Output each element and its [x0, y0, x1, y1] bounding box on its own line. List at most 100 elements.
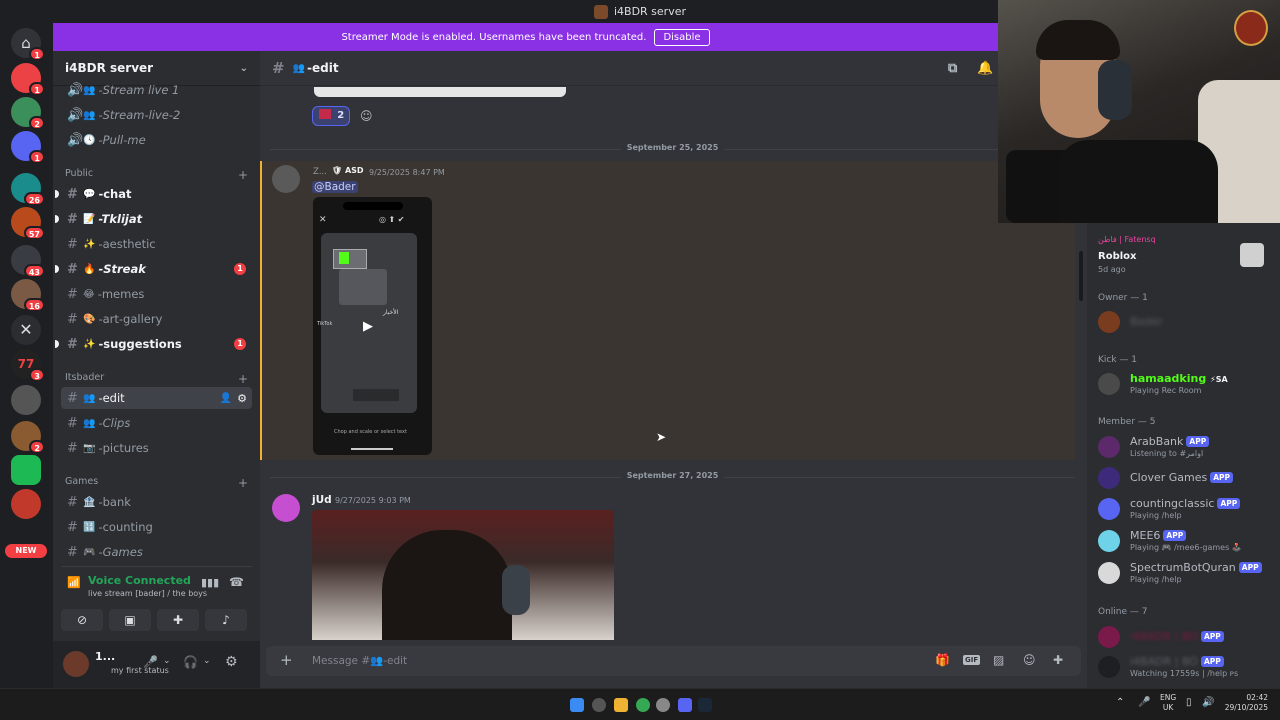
username[interactable]: 1... — [95, 650, 115, 663]
member-item[interactable]: hamaadking ⚡SA Playing Rec Room — [1098, 370, 1273, 398]
add-channel-icon[interactable]: + — [238, 476, 248, 490]
bell-icon[interactable]: 🔔 — [977, 61, 993, 76]
emoji-icon[interactable]: ☺ — [1023, 653, 1036, 667]
member-item[interactable]: ArabBank APP Listening to #اوامر — [1098, 433, 1273, 461]
steam-icon[interactable] — [698, 698, 712, 712]
custom-status[interactable]: my first status — [111, 666, 169, 675]
image-attachment[interactable]: ✕ ◎ ⬆ ✔ الأخبار TikTok ▶ Chop and scale … — [313, 197, 432, 455]
chrome-icon[interactable] — [636, 698, 650, 712]
activity-card[interactable]: فاطن | Fatensq Roblox 5d ago — [1098, 235, 1268, 279]
server-icon-9[interactable]: 77 3 — [11, 349, 45, 382]
channel-games[interactable]: # 🎮 -Games — [61, 541, 252, 563]
category-label: Public — [65, 168, 94, 179]
member-item[interactable]: MEE6 APP Playing 🎮 /mee6-games 🕹️ — [1098, 527, 1273, 555]
voice-status[interactable]: Voice Connected — [88, 574, 191, 587]
channel-aesthetic[interactable]: # ✨ -aesthetic — [61, 233, 252, 255]
channel-art-gallery[interactable]: # 🎨 -art-gallery — [61, 308, 252, 330]
network-icon[interactable]: ▯ — [1186, 697, 1192, 708]
channel-clips[interactable]: # 👥 -Clips — [61, 412, 252, 434]
server-icon-6[interactable]: 43 — [11, 245, 45, 278]
direct-messages-button[interactable]: ⌂ 1 — [11, 28, 45, 61]
member-item[interactable]: Clover Games APP — [1098, 464, 1273, 492]
chevron-down-icon[interactable]: ⌄ — [163, 656, 171, 666]
server-icon-7[interactable]: 16 — [11, 279, 45, 312]
disconnect-icon[interactable]: ☎ — [229, 575, 244, 589]
channel-counting[interactable]: # 🔢 -counting — [61, 516, 252, 538]
member-item[interactable]: Bader — [1098, 308, 1273, 336]
headphones-icon[interactable]: 🎧 — [183, 655, 198, 669]
microphone-tray-icon[interactable]: 🎤 — [1138, 697, 1150, 708]
channel-memes[interactable]: # 😂 -memes — [61, 283, 252, 305]
screen-share-button[interactable]: ▣ — [109, 609, 151, 631]
file-explorer-icon[interactable] — [614, 698, 628, 712]
waveform-icon[interactable]: ▮▮▮ — [201, 576, 219, 589]
avatar[interactable] — [272, 165, 300, 193]
start-icon[interactable] — [570, 698, 584, 712]
member-item[interactable]: i4BADR | BO APP — [1098, 623, 1273, 651]
message-author[interactable]: jUd — [312, 494, 332, 506]
category-games[interactable]: Games + — [65, 476, 248, 490]
avatar[interactable] — [272, 494, 300, 522]
member-item[interactable]: countingclassic APP Playing /help — [1098, 495, 1273, 523]
scrollbar[interactable] — [1079, 251, 1083, 301]
server-icon-10[interactable] — [11, 385, 41, 415]
gif-icon[interactable]: GIF — [963, 655, 981, 665]
chevron-down-icon[interactable]: ⌄ — [203, 656, 211, 666]
server-icon-5[interactable]: 57 — [11, 207, 45, 240]
soundboard-button[interactable]: ♪ — [205, 609, 247, 631]
category-public[interactable]: Public + — [65, 168, 248, 182]
video-attachment[interactable] — [312, 510, 614, 640]
camera-off-button[interactable]: ⊘ — [61, 609, 103, 631]
reaction-button[interactable]: 2 — [312, 106, 350, 126]
apps-icon[interactable]: ✚ — [1053, 653, 1063, 667]
tray-chevron-icon[interactable]: ⌃ — [1116, 697, 1124, 708]
disable-streamer-mode-button[interactable]: Disable — [654, 28, 710, 46]
add-channel-icon[interactable]: + — [238, 168, 248, 182]
server-icon-8[interactable]: ✕ — [11, 315, 41, 345]
avatar[interactable] — [63, 651, 89, 677]
category-itsbader[interactable]: Itsbader + — [65, 372, 248, 386]
add-channel-icon[interactable]: + — [238, 372, 248, 386]
search-icon[interactable] — [592, 698, 606, 712]
gear-icon[interactable]: ⚙ — [237, 392, 247, 405]
message-author[interactable]: Z... — [313, 167, 327, 177]
channel-tklijat[interactable]: # 📝 -Tklijat — [55, 208, 252, 230]
channel-bank[interactable]: # 🏦 -bank — [61, 491, 252, 513]
language-indicator[interactable]: ENG UK — [1160, 693, 1176, 713]
invite-icon[interactable]: 👤 — [220, 393, 232, 404]
threads-icon[interactable]: ⧉ — [948, 61, 957, 76]
server-icon-1[interactable]: 1 — [11, 63, 45, 96]
voice-channel-stream-live-1[interactable]: 🔊 👥 -Stream live 1 — [61, 79, 252, 101]
voice-channel-pull-me[interactable]: 🔊 🕓 -Pull-me — [61, 129, 252, 151]
server-icon-13[interactable] — [11, 489, 41, 519]
gift-icon[interactable]: 🎁 — [935, 653, 950, 667]
member-item[interactable]: i4BADR | BO APP Watching 17559s | /help ᴘ… — [1098, 653, 1273, 681]
voice-channel-label[interactable]: live stream [bader] / the boys — [88, 589, 207, 598]
new-servers-pill[interactable]: NEW — [5, 544, 47, 558]
activities-button[interactable]: ✚ — [157, 609, 199, 631]
server-icon-4[interactable]: 26 — [11, 173, 45, 206]
clock[interactable]: 02:42 29/10/2025 — [1222, 693, 1268, 713]
server-icon-3[interactable]: 1 — [11, 131, 45, 164]
channel-edit[interactable]: # 👥 -edit 👤 ⚙ — [61, 387, 252, 409]
channel-pictures[interactable]: # 📷 -pictures — [61, 437, 252, 459]
message-input[interactable]: Message #👥-edit — [312, 654, 407, 667]
server-icon-2[interactable]: 2 — [11, 97, 45, 130]
server-icon-11[interactable]: 2 — [11, 421, 45, 454]
gear-icon[interactable]: ⚙ — [225, 654, 238, 670]
sticker-icon[interactable]: ▨ — [993, 653, 1004, 667]
server-icon-12[interactable] — [11, 455, 41, 485]
microphone-icon[interactable]: 🎤 — [143, 655, 158, 669]
channel-suggestions[interactable]: # ✨ -suggestions 1 — [55, 333, 252, 355]
channel-chat[interactable]: # 💬 -chat — [55, 183, 252, 205]
settings-icon[interactable] — [656, 698, 670, 712]
channel-streak[interactable]: # 🔥 -Streak 1 — [55, 258, 252, 280]
volume-icon[interactable]: 🔊 — [1202, 697, 1214, 708]
add-reaction-icon[interactable]: ☺ — [360, 109, 373, 123]
voice-channel-stream-live-2[interactable]: 🔊 👥 -Stream-live-2 — [61, 104, 252, 126]
role-section-owner: Owner — 1 — [1098, 293, 1148, 303]
discord-taskbar-icon[interactable] — [678, 698, 692, 712]
upload-plus-icon[interactable]: + — [280, 651, 293, 669]
user-mention[interactable]: @Bader — [312, 181, 358, 193]
member-item[interactable]: SpectrumBotQuran APP Playing /help — [1098, 559, 1273, 587]
